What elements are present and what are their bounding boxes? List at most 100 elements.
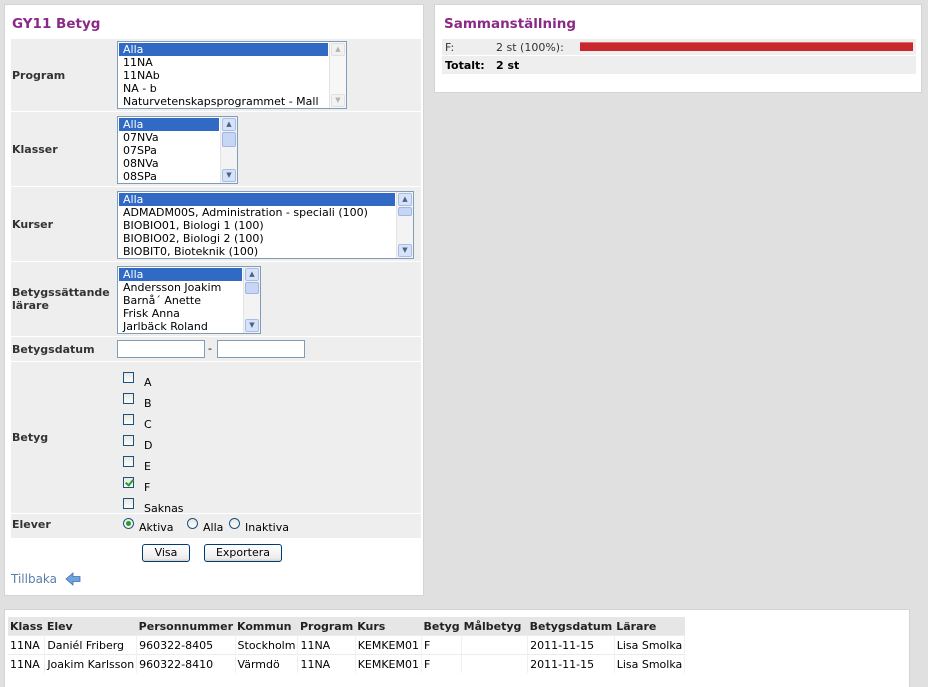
column-header[interactable]: Klass (8, 617, 45, 636)
scroll-thumb[interactable] (222, 132, 236, 147)
table-row[interactable]: 11NA Daniél Friberg 960322-8405 Stockholm 11… (8, 635, 686, 655)
grade-checkbox[interactable] (123, 414, 134, 425)
grade-checkbox-label: A (144, 376, 152, 389)
larare-listbox[interactable]: Alla Andersson Joakim Barnå´ Anette Frisk A… (117, 266, 261, 334)
list-option[interactable]: Barnå´ Anette (119, 294, 242, 307)
list-option[interactable]: Alla (119, 118, 219, 131)
column-header[interactable]: Betyg (421, 617, 462, 636)
table-cell: 2011-11-15 (527, 654, 615, 673)
visa-button[interactable]: Visa (142, 544, 190, 562)
scroll-down-icon[interactable]: ▼ (331, 94, 345, 107)
betygsdatum-label: Betygsdatum (12, 342, 95, 356)
program-scrollbar[interactable]: ▲ ▼ (329, 42, 346, 108)
klasser-row: Klasser Alla 07NVa 07SPa 08NVa 08SPa ▲ ▼ (11, 112, 421, 186)
table-cell: Daniél Friberg (44, 635, 138, 655)
scroll-down-icon[interactable]: ▼ (398, 244, 412, 257)
list-option[interactable]: 11NA (119, 56, 328, 69)
column-header[interactable]: Betygsdatum (527, 617, 615, 636)
list-option[interactable]: 07NVa (119, 131, 219, 144)
summary-panel: Sammanställning F: 2 st (100%): Totalt: … (434, 4, 922, 93)
list-option[interactable]: 11NAb (119, 69, 328, 82)
column-header[interactable]: Lärare (614, 617, 685, 636)
list-option[interactable]: BIOBIO01, Biologi 1 (100) (119, 219, 395, 232)
column-header[interactable]: Målbetyg (461, 617, 528, 636)
list-option[interactable]: Naturvetenskapsprogrammet - Mall (119, 95, 328, 108)
exportera-button[interactable]: Exportera (204, 544, 282, 562)
list-option[interactable]: Alla (119, 43, 328, 56)
program-options: Alla 11NA 11NAb NA - b Naturvetenskapsprogra… (118, 42, 329, 108)
back-link[interactable]: Tillbaka (11, 572, 57, 586)
column-header[interactable]: Kurs (355, 617, 422, 636)
list-option[interactable]: 08SPa (119, 170, 219, 183)
table-cell: F (421, 635, 463, 655)
grade-checkbox[interactable] (123, 393, 134, 404)
program-label: Program (12, 68, 66, 82)
elever-radio-label: Inaktiva (245, 521, 289, 534)
kurser-label: Kurser (12, 217, 54, 231)
table-cell: KEMKEM01 (355, 654, 423, 673)
scroll-up-icon[interactable]: ▲ (245, 268, 259, 281)
results-header-row: Klass Elev Personnummer Kommun Program Kurs Be… (8, 617, 685, 636)
kurser-scrollbar[interactable]: ▲ ▼ (396, 192, 413, 258)
list-option[interactable]: Frisk Anna (119, 307, 242, 320)
scroll-down-icon[interactable]: ▼ (245, 319, 259, 332)
grade-checkbox[interactable] (123, 456, 134, 467)
summary-grade-label: F: (445, 41, 455, 54)
date-from-input[interactable] (117, 340, 205, 358)
grade-checkbox[interactable] (123, 372, 134, 383)
scroll-up-icon[interactable]: ▲ (331, 43, 345, 56)
scroll-up-icon[interactable]: ▲ (222, 118, 236, 131)
grade-checkbox[interactable] (123, 435, 134, 446)
elever-radio[interactable] (123, 518, 134, 529)
date-to-input[interactable] (217, 340, 305, 358)
list-option[interactable]: 08NVa (119, 157, 219, 170)
summary-bar-track (580, 42, 913, 51)
table-cell: 960322-8410 (136, 654, 236, 673)
grade-checkbox-label: D (144, 439, 153, 452)
summary-total-value: 2 st (496, 59, 520, 72)
grade-checkbox-label: B (144, 397, 152, 410)
klasser-listbox[interactable]: Alla 07NVa 07SPa 08NVa 08SPa ▲ ▼ (117, 116, 238, 184)
elever-radio-label: Alla (203, 521, 224, 534)
summary-row: F: 2 st (100%): (442, 39, 916, 55)
kurser-listbox[interactable]: Alla ADMADM00S, Administration - speciali… (117, 191, 414, 259)
table-cell: Lisa Smolka (614, 635, 686, 655)
program-listbox[interactable]: Alla 11NA 11NAb NA - b Naturvetenskapsprogra… (117, 41, 347, 109)
klasser-label: Klasser (12, 142, 58, 156)
column-header[interactable]: Program (297, 617, 356, 636)
grade-checkbox[interactable] (123, 498, 134, 509)
kurser-row: Kurser Alla ADMADM00S, Administration - s… (11, 187, 421, 261)
elever-radio-label: Aktiva (139, 521, 174, 534)
scroll-down-icon[interactable]: ▼ (222, 169, 236, 182)
results-table: Klass Elev Personnummer Kommun Program Kurs Be… (8, 617, 686, 673)
list-option[interactable]: Jarlbäck Roland (119, 320, 242, 333)
klasser-scrollbar[interactable]: ▲ ▼ (220, 117, 237, 183)
elever-radio[interactable] (229, 518, 240, 529)
column-header[interactable]: Elev (44, 617, 137, 636)
elever-radio[interactable] (187, 518, 198, 529)
list-option[interactable]: BIOBIT0, Bioteknik (100) (119, 245, 395, 258)
column-header[interactable]: Kommun (235, 617, 298, 636)
list-option[interactable]: 07SPa (119, 144, 219, 157)
program-row: Program Alla 11NA 11NAb NA - b Naturvetenska… (11, 39, 421, 111)
scroll-thumb[interactable] (398, 207, 412, 216)
list-option[interactable]: NA - b (119, 82, 328, 95)
table-cell: Värmdö (235, 654, 299, 673)
larare-scrollbar[interactable]: ▲ ▼ (243, 267, 260, 333)
kurser-options: Alla ADMADM00S, Administration - speciali… (118, 192, 396, 258)
list-option[interactable]: Andersson Joakim (119, 281, 242, 294)
table-row[interactable]: 11NA Joakim Karlsson 960322-8410 Värmdö 11NA… (8, 654, 686, 673)
list-option[interactable]: BIOBIO02, Biologi 2 (100) (119, 232, 395, 245)
list-option[interactable]: ADMADM00S, Administration - speciali (10… (119, 206, 395, 219)
scroll-up-icon[interactable]: ▲ (398, 193, 412, 206)
scroll-thumb[interactable] (245, 282, 259, 294)
list-option[interactable]: Alla (119, 193, 395, 206)
elever-row: Elever Aktiva Alla Inaktiva (11, 514, 421, 538)
larare-label: Betygssättande lärare (12, 286, 110, 312)
column-header[interactable]: Personnummer (136, 617, 236, 636)
list-option[interactable]: Alla (119, 268, 242, 281)
arrow-left-icon[interactable] (65, 572, 81, 586)
summary-bar (580, 42, 913, 51)
table-cell: Stockholm (235, 635, 299, 655)
grade-checkbox[interactable] (123, 477, 134, 488)
